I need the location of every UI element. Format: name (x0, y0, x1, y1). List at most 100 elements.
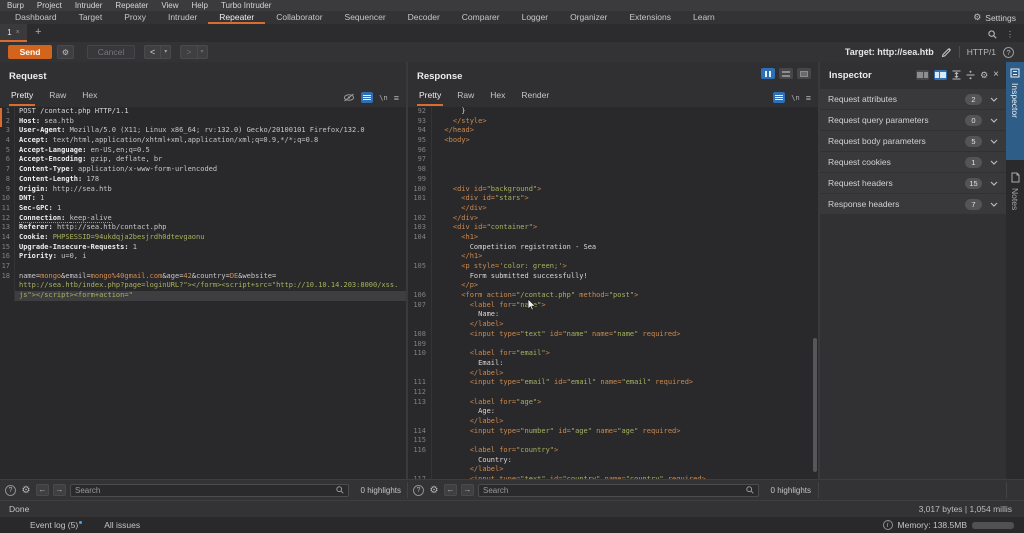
layout-columns-button[interactable] (761, 68, 775, 79)
tab-organizer[interactable]: Organizer (559, 11, 618, 24)
request-tab-pretty[interactable]: Pretty (9, 90, 35, 106)
chevron-down-icon[interactable]: ▾ (160, 46, 170, 58)
code-line[interactable]: 10DNT: 1 (0, 194, 406, 204)
edit-target-icon[interactable] (941, 47, 952, 58)
code-line[interactable]: 4Accept: text/html,application/xhtml+xml… (0, 136, 406, 146)
code-line[interactable]: </label> (408, 465, 818, 475)
code-line[interactable]: </label> (408, 369, 818, 379)
inspector-section-request-headers[interactable]: Request headers15 (820, 173, 1006, 193)
code-line[interactable]: 104 <h1> (408, 233, 818, 243)
chevron-down-icon[interactable] (990, 160, 998, 165)
code-line[interactable]: </h1> (408, 252, 818, 262)
search-help-icon[interactable]: ? (5, 485, 16, 496)
editor-menu-icon[interactable]: ≡ (394, 93, 399, 103)
word-wrap-icon[interactable] (773, 92, 785, 103)
code-line[interactable]: Name: (408, 310, 818, 320)
code-line[interactable]: </label> (408, 417, 818, 427)
code-line[interactable]: 16Priority: u=0, i (0, 252, 406, 262)
code-line[interactable]: 108 <input type="text" id="name" name="n… (408, 330, 818, 340)
code-line[interactable]: 17 (0, 262, 406, 272)
search-icon[interactable] (988, 30, 997, 39)
all-issues-button[interactable]: All issues (104, 520, 140, 530)
editor-menu-icon[interactable]: ≡ (806, 93, 811, 103)
code-line[interactable]: 102 </div> (408, 214, 818, 224)
word-wrap-icon[interactable] (361, 92, 373, 103)
code-line[interactable]: 7Content-Type: application/x-www-form-ur… (0, 165, 406, 175)
code-line[interactable]: 15Upgrade-Insecure-Requests: 1 (0, 243, 406, 253)
code-line[interactable]: 94 </head> (408, 126, 818, 136)
tab-target[interactable]: Target (68, 11, 114, 24)
code-line[interactable]: 13Referer: http://sea.htb/contact.php (0, 223, 406, 233)
menu-view[interactable]: View (161, 1, 178, 10)
chevron-down-icon[interactable]: ▾ (197, 46, 207, 58)
tab-learn[interactable]: Learn (682, 11, 726, 24)
inspector-section-request-attributes[interactable]: Request attributes2 (820, 89, 1006, 109)
menu-repeater[interactable]: Repeater (115, 1, 148, 10)
code-line[interactable]: 11Sec-GPC: 1 (0, 204, 406, 214)
inspector-dock-right-button[interactable] (934, 70, 947, 80)
code-line[interactable]: 95 <body> (408, 136, 818, 146)
search-help-icon[interactable]: ? (413, 485, 424, 496)
code-line[interactable]: 114 <input type="number" id="age" name="… (408, 427, 818, 437)
response-tab-raw[interactable]: Raw (455, 90, 476, 106)
chevron-down-icon[interactable] (990, 202, 998, 207)
repeater-tab-1[interactable]: 1 × (0, 24, 27, 42)
newline-chars-icon[interactable]: \n (379, 94, 387, 102)
code-line[interactable]: 3User-Agent: Mozilla/5.0 (X11; Linux x86… (0, 126, 406, 136)
code-line[interactable]: 103 <div id="container"> (408, 223, 818, 233)
code-line[interactable]: 100 <div id="background"> (408, 185, 818, 195)
code-line[interactable]: 5Accept-Language: en-US,en;q=0.5 (0, 146, 406, 156)
code-line[interactable]: 92 } (408, 107, 818, 117)
tab-dashboard[interactable]: Dashboard (4, 11, 68, 24)
code-line[interactable]: 9Origin: http://sea.htb (0, 185, 406, 195)
tab-logger[interactable]: Logger (511, 11, 559, 24)
menu-turbo-intruder[interactable]: Turbo Intruder (221, 1, 271, 10)
code-line[interactable]: 110 <label for="email"> (408, 349, 818, 359)
menu-intruder[interactable]: Intruder (75, 1, 103, 10)
inspector-section-request-body-parameters[interactable]: Request body parameters5 (820, 131, 1006, 151)
tab-sequencer[interactable]: Sequencer (334, 11, 397, 24)
tab-collaborator[interactable]: Collaborator (265, 11, 333, 24)
menu-burp[interactable]: Burp (7, 1, 24, 10)
code-line[interactable]: Form submitted successfully! (408, 272, 818, 282)
code-line[interactable]: Email: (408, 359, 818, 369)
more-options-icon[interactable]: ⋮ (1006, 30, 1014, 39)
code-line[interactable]: 116 <label for="country"> (408, 446, 818, 456)
inspector-section-response-headers[interactable]: Response headers7 (820, 194, 1006, 214)
chevron-down-icon[interactable] (990, 118, 998, 123)
layout-rows-button[interactable] (779, 68, 793, 79)
code-line[interactable]: 96 (408, 146, 818, 156)
inspector-side-tab[interactable]: Inspector (1006, 62, 1024, 160)
code-line[interactable]: 97 (408, 155, 818, 165)
request-tab-hex[interactable]: Hex (80, 90, 99, 106)
search-next-button[interactable]: → (461, 484, 474, 496)
tab-repeater[interactable]: Repeater (208, 11, 265, 24)
request-editor[interactable]: 1POST /contact.php HTTP/1.12Host: sea.ht… (0, 107, 406, 479)
search-prev-button[interactable]: ← (36, 484, 49, 496)
hide-nonprinting-icon[interactable] (343, 93, 355, 102)
code-line[interactable]: 99 (408, 175, 818, 185)
menu-project[interactable]: Project (37, 1, 62, 10)
newline-chars-icon[interactable]: \n (791, 94, 799, 102)
send-button[interactable]: Send (8, 45, 52, 59)
back-button[interactable]: < ▾ (144, 45, 171, 59)
code-line[interactable]: </p> (408, 281, 818, 291)
close-icon[interactable]: × (16, 29, 20, 36)
search-next-button[interactable]: → (53, 484, 66, 496)
tab-decoder[interactable]: Decoder (397, 11, 451, 24)
help-icon[interactable]: ? (1003, 47, 1014, 58)
settings-button[interactable]: ⚙ Settings (973, 11, 1024, 24)
response-tab-pretty[interactable]: Pretty (417, 90, 443, 106)
inspector-dock-left-button[interactable] (916, 70, 929, 80)
code-line[interactable]: 18name=mongo&email=mongo%40gmail.com&age… (0, 272, 406, 282)
tab-intruder[interactable]: Intruder (157, 11, 208, 24)
code-line[interactable]: Country: (408, 456, 818, 466)
inspector-section-request-cookies[interactable]: Request cookies1 (820, 152, 1006, 172)
code-line[interactable]: 101 <div id="stars"> (408, 194, 818, 204)
code-line[interactable]: 98 (408, 165, 818, 175)
menu-help[interactable]: Help (192, 1, 208, 10)
code-line[interactable]: 14Cookie: PHPSESSID=94ukdqja2besjrdh0dte… (0, 233, 406, 243)
scrollbar-thumb[interactable] (813, 338, 817, 472)
inspector-close-icon[interactable]: × (993, 70, 999, 80)
tab-comparer[interactable]: Comparer (451, 11, 511, 24)
